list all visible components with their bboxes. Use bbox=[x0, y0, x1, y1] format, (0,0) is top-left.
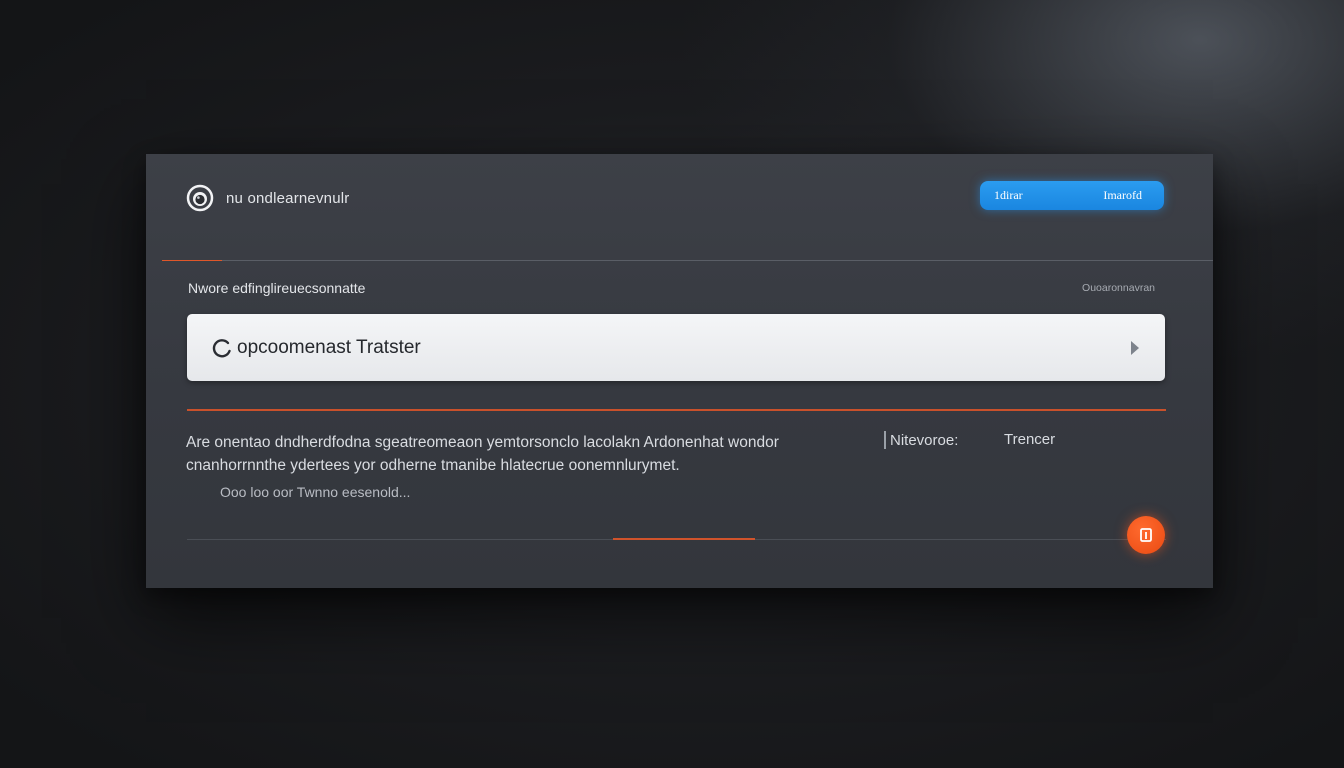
loading-circle-icon bbox=[212, 338, 231, 357]
header-divider bbox=[162, 260, 1213, 261]
button-right-label: Imarofd bbox=[1103, 188, 1142, 202]
description-text: Are onentao dndherdfodna sgeatreomeaon y… bbox=[186, 431, 866, 477]
option-a-label: Nitevoroe: bbox=[890, 431, 959, 449]
section-label: Nwore edfinglireuecsonnatte bbox=[188, 280, 366, 296]
chevron-right-icon[interactable] bbox=[1129, 340, 1141, 356]
description-subtext: Ooo loo oor Twnno eesenold... bbox=[220, 484, 411, 500]
app-title: nu ondlearnevnulr bbox=[226, 189, 350, 207]
settings-panel: nu ondlearnevnulr 1dirar Imarofd Nwore e… bbox=[146, 154, 1213, 588]
button-left-label: 1dirar bbox=[994, 188, 1023, 202]
panel-header: nu ondlearnevnulr bbox=[186, 184, 350, 212]
section-divider bbox=[187, 409, 1166, 411]
select-value: opcoomenast Tratster bbox=[237, 336, 421, 358]
cursor-bar bbox=[884, 431, 886, 449]
info-icon bbox=[1140, 528, 1152, 542]
footer-divider-accent bbox=[613, 538, 755, 540]
info-button[interactable] bbox=[1127, 516, 1165, 554]
option-a[interactable]: Nitevoroe: bbox=[884, 431, 958, 449]
app-logo-icon bbox=[186, 184, 214, 212]
primary-action-button[interactable]: 1dirar Imarofd bbox=[980, 181, 1164, 210]
description-line-2: cnanhorrnnthe ydertees yor odherne tmani… bbox=[186, 457, 680, 474]
section-meta: Ouoaronnavran bbox=[1082, 282, 1155, 294]
option-select[interactable]: opcoomenast Tratster bbox=[187, 314, 1165, 381]
description-line-1: Are onentao dndherdfodna sgeatreomeaon y… bbox=[186, 434, 779, 451]
option-b[interactable]: Trencer bbox=[1004, 431, 1055, 448]
